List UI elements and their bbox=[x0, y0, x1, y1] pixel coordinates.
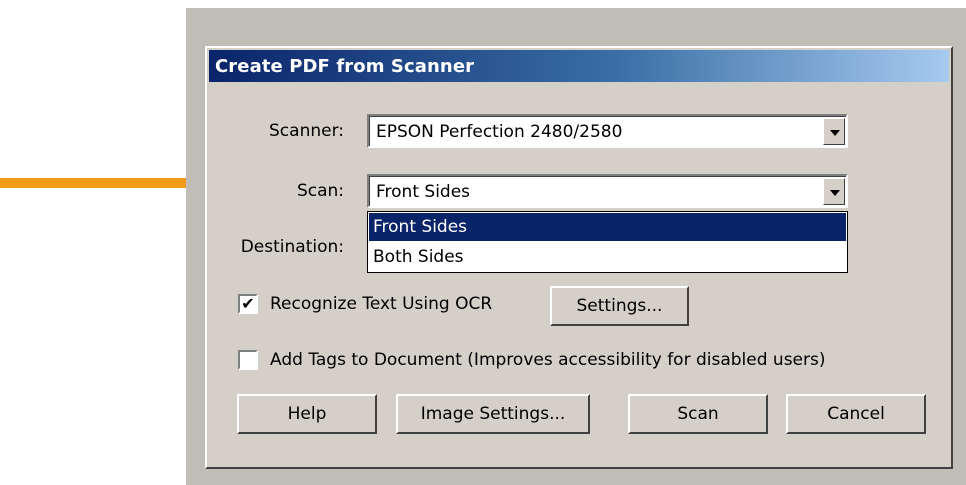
help-button[interactable]: Help bbox=[237, 394, 377, 434]
scan-select-value: Front Sides bbox=[376, 182, 471, 202]
annotation-arrow-shaft bbox=[0, 178, 212, 188]
add-tags-checkbox[interactable] bbox=[238, 350, 258, 370]
chevron-down-icon bbox=[830, 130, 840, 136]
checkmark-icon: ✔ bbox=[241, 294, 255, 313]
ocr-settings-button-label: Settings... bbox=[576, 296, 663, 316]
chevron-down-icon bbox=[830, 190, 840, 196]
cancel-button-label: Cancel bbox=[827, 404, 885, 424]
scanner-select[interactable]: EPSON Perfection 2480/2580 bbox=[367, 114, 848, 148]
ocr-label[interactable]: Recognize Text Using OCR bbox=[270, 294, 492, 314]
scanner-select-value: EPSON Perfection 2480/2580 bbox=[376, 122, 623, 142]
scan-button[interactable]: Scan bbox=[628, 394, 768, 434]
scan-dropdown-button[interactable] bbox=[823, 178, 845, 205]
scan-options-list: Front Sides Both Sides bbox=[367, 211, 848, 273]
scan-button-label: Scan bbox=[677, 404, 719, 424]
cancel-button[interactable]: Cancel bbox=[786, 394, 926, 434]
help-button-label: Help bbox=[287, 404, 327, 424]
destination-label: Destination: bbox=[240, 237, 344, 257]
image-settings-button[interactable]: Image Settings... bbox=[396, 394, 590, 434]
scanner-dropdown-button[interactable] bbox=[823, 118, 845, 145]
ocr-settings-button[interactable]: Settings... bbox=[550, 286, 689, 326]
scan-option-front-sides[interactable]: Front Sides bbox=[369, 213, 846, 241]
scanner-label: Scanner: bbox=[269, 121, 344, 141]
image-settings-button-label: Image Settings... bbox=[420, 404, 566, 424]
add-tags-label[interactable]: Add Tags to Document (Improves accessibi… bbox=[270, 350, 826, 370]
dialog-title: Create PDF from Scanner bbox=[215, 56, 475, 77]
screenshot-stage: Create PDF from Scanner Scanner: EPSON P… bbox=[0, 0, 966, 485]
scan-label: Scan: bbox=[296, 181, 344, 201]
scan-option-both-sides[interactable]: Both Sides bbox=[369, 243, 846, 271]
scan-select-field: Front Sides bbox=[369, 176, 846, 206]
title-bar[interactable]: Create PDF from Scanner bbox=[209, 50, 949, 82]
scanner-select-field: EPSON Perfection 2480/2580 bbox=[369, 116, 846, 146]
scan-select[interactable]: Front Sides bbox=[367, 174, 848, 208]
ocr-checkbox[interactable]: ✔ bbox=[238, 294, 258, 314]
